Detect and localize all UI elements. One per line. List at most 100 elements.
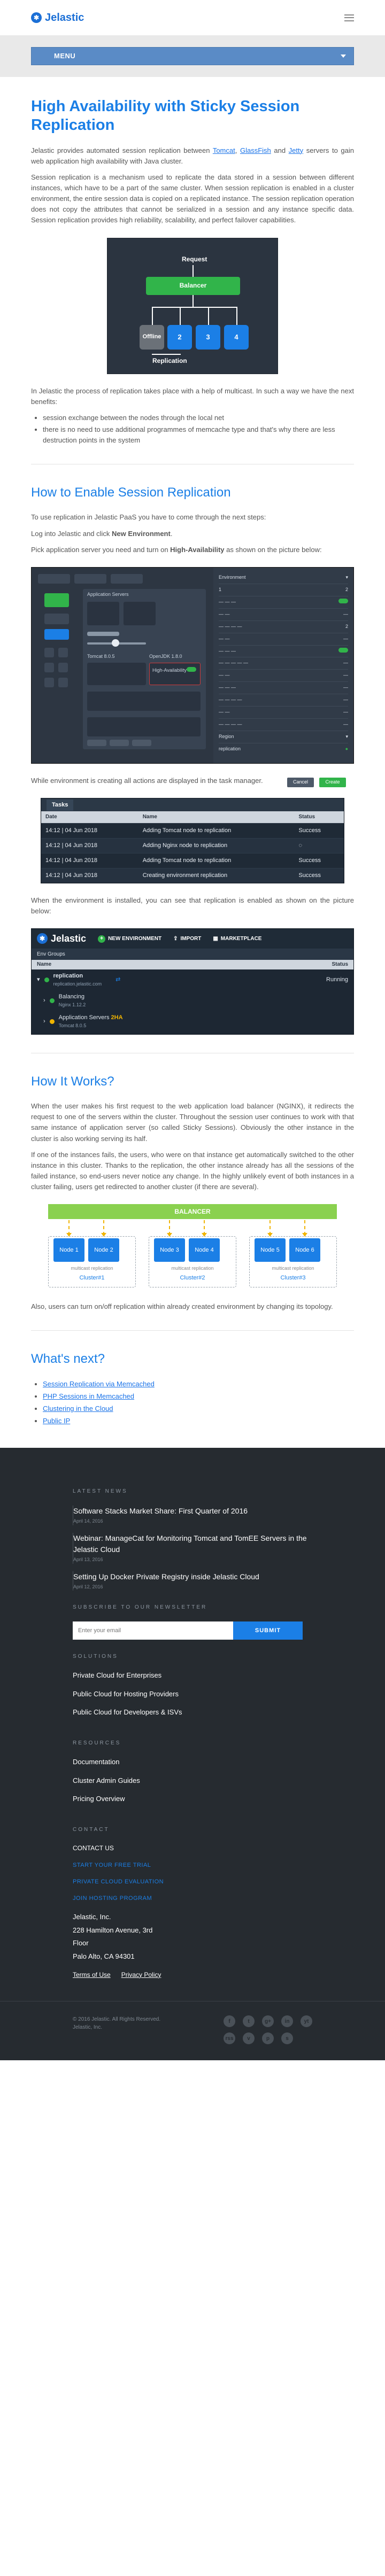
ha-badge: 2HA (111, 1014, 123, 1021)
node-4: Node 4 (189, 1238, 220, 1262)
wizard-openjdk: OpenJDK 1.8.0 (149, 653, 182, 659)
link-free-trial[interactable]: START YOUR FREE TRIAL (73, 1861, 312, 1870)
import-button[interactable]: ⇪ IMPORT (173, 935, 201, 943)
news-item[interactable]: Webinar: ManageCat for Monitoring Tomcat… (73, 1532, 312, 1564)
link-clustering[interactable]: Clustering in the Cloud (43, 1405, 113, 1413)
link-jetty[interactable]: Jetty (289, 146, 303, 154)
cell-date: 14:12 | 04 Jun 2018 (41, 852, 138, 868)
table-row: 14:12 | 04 Jun 2018 Creating environment … (41, 867, 344, 883)
rss-icon[interactable]: rss (224, 2032, 235, 2045)
menu-wrap: MENU (0, 35, 385, 77)
pinterest-icon[interactable]: p (262, 2032, 274, 2045)
newsletter-heading: SUBSCRIBE TO OUR NEWSLETTER (73, 1604, 207, 1611)
email-input[interactable] (73, 1621, 233, 1640)
menu-dropdown[interactable]: MENU (31, 47, 354, 65)
slideshare-icon[interactable]: s (281, 2032, 293, 2045)
env-node-row[interactable]: › Balancing Nginx 1.12.2 (32, 990, 353, 1011)
env-url[interactable]: replication.jelastic.com (53, 981, 102, 988)
link-documentation[interactable]: Documentation (73, 1757, 312, 1767)
link-php-sessions[interactable]: PHP Sessions in Memcached (43, 1392, 134, 1400)
dashboard-panel: ✱ Jelastic + NEW ENVIRONMENT ⇪ IMPORT ▦ MARK… (31, 928, 354, 1035)
dashboard-toolbar: ✱ Jelastic + NEW ENVIRONMENT ⇪ IMPORT ▦ MARK… (32, 929, 353, 949)
expand-icon[interactable]: › (43, 996, 45, 1005)
column-status[interactable]: Status (332, 960, 348, 969)
address-line: Palo Alto, CA 94301 (73, 1952, 135, 1961)
expand-icon[interactable]: › (43, 1017, 45, 1026)
facebook-icon[interactable]: f (224, 2015, 235, 2028)
link-hosting-providers[interactable]: Public Cloud for Hosting Providers (73, 1689, 312, 1700)
marketplace-button[interactable]: ▦ MARKETPLACE (213, 935, 261, 943)
logo[interactable]: ✱ Jelastic (31, 10, 84, 26)
tasks-table: Date Name Status 14:12 | 04 Jun 2018 Addi… (41, 811, 344, 883)
twitter-icon[interactable]: t (243, 2015, 255, 2028)
link-icon[interactable]: ⇄ (116, 975, 120, 984)
news-title[interactable]: Software Stacks Market Share: First Quar… (73, 1506, 312, 1517)
table-row: 14:12 | 04 Jun 2018 Adding Tomcat node to… (41, 823, 344, 839)
link-public-ip[interactable]: Public IP (43, 1417, 70, 1425)
contact-heading: CONTACT (73, 1826, 110, 1833)
list-item: Public IP (43, 1416, 354, 1426)
cancel-button[interactable]: Cancel (287, 777, 314, 787)
env-groups-bar[interactable]: Env Groups (32, 949, 353, 960)
benefits-list: session exchange between the nodes throu… (43, 413, 354, 446)
list-item: there is no need to use additional progr… (43, 424, 354, 446)
article: High Availability with Sticky Session Re… (0, 97, 385, 1426)
cluster-name: Cluster#1 (79, 1275, 105, 1282)
multicast-paragraph: In Jelastic the process of replication t… (31, 386, 354, 406)
logo-text: Jelastic (51, 933, 87, 944)
create-button[interactable]: Create (319, 777, 346, 787)
submit-button[interactable]: SUBMIT (233, 1621, 303, 1640)
news-item[interactable]: Setting Up Docker Private Registry insid… (73, 1571, 312, 1591)
link-hosting-program[interactable]: JOIN HOSTING PROGRAM (73, 1894, 312, 1903)
link-contact-us[interactable]: CONTACT US (73, 1843, 312, 1853)
news-title[interactable]: Setting Up Docker Private Registry insid… (73, 1571, 312, 1582)
cell-name: Adding Tomcat node to replication (138, 823, 295, 839)
link-private-eval[interactable]: PRIVATE CLOUD EVALUATION (73, 1877, 312, 1887)
link-pricing[interactable]: Pricing Overview (73, 1794, 312, 1804)
env-row[interactable]: ▾ replication replication.jelastic.com ⇄ … (32, 969, 353, 990)
column-name[interactable]: Name (37, 960, 51, 969)
hamburger-menu-icon[interactable] (344, 14, 354, 21)
link-developers-isvs[interactable]: Public Cloud for Developers & ISVs (73, 1707, 312, 1718)
link-glassfish[interactable]: GlassFish (240, 146, 271, 154)
topology-paragraph: Also, users can turn on/off replication … (31, 1302, 333, 1311)
news-item[interactable]: Software Stacks Market Share: First Quar… (73, 1505, 312, 1525)
news-title[interactable]: Webinar: ManageCat for Monitoring Tomcat… (73, 1533, 312, 1555)
balancer-box: Balancer (146, 276, 240, 295)
cell-status: Success (294, 852, 344, 868)
link-cluster-admin[interactable]: Cluster Admin Guides (73, 1775, 312, 1786)
node-3: Node 3 (154, 1238, 185, 1262)
how-paragraph-2: If one of the instances fails, the users… (31, 1150, 354, 1191)
wizard-right-pane: Environment ▾ 12 — — — — — — — — — —2 — — —… (213, 567, 353, 787)
news-date: April 14, 2016 (73, 1518, 103, 1524)
link-memcached-replication[interactable]: Session Replication via Memcached (43, 1380, 155, 1388)
high-availability-toggle[interactable] (187, 666, 196, 672)
text: Pick application server you need and tur… (31, 545, 171, 554)
replication-diagram-figure: Request Balancer Offline 2 3 4 Replicati… (31, 237, 354, 374)
link-terms[interactable]: Terms of Use (73, 1970, 111, 1980)
collapse-icon[interactable]: ▾ (37, 975, 40, 984)
top-header: ✱ Jelastic (0, 0, 385, 35)
column-header[interactable]: Name (138, 811, 295, 824)
youtube-icon[interactable]: yt (301, 2015, 312, 2028)
intro-paragraph: Jelastic provides automated session repl… (31, 146, 355, 165)
google-plus-icon[interactable]: g+ (262, 2015, 274, 2028)
env-node-row[interactable]: › Application Servers 2HA Tomcat 8.0.5 (32, 1011, 353, 1034)
installed-paragraph: When the environment is installed, you c… (31, 896, 354, 915)
env-name: replication (53, 973, 83, 979)
section-title-next: What's next? (31, 1352, 105, 1367)
column-header[interactable]: Date (41, 811, 138, 824)
text: as shown on the picture below: (224, 545, 322, 554)
new-environment-button[interactable]: + NEW ENVIRONMENT (98, 935, 161, 943)
linkedin-icon[interactable]: in (281, 2015, 293, 2028)
link-tomcat[interactable]: Tomcat (213, 146, 235, 154)
link-private-cloud[interactable]: Private Cloud for Enterprises (73, 1670, 312, 1681)
text: and (271, 146, 289, 154)
link-privacy[interactable]: Privacy Policy (121, 1970, 161, 1980)
vimeo-icon[interactable]: v (243, 2032, 255, 2045)
section-title-enable: How to Enable Session Replication (31, 485, 231, 500)
node-name: Application Servers (58, 1014, 110, 1021)
tasks-tab[interactable]: Tasks (47, 799, 74, 811)
copyright-line: Jelastic, Inc. (73, 2024, 103, 2031)
column-header[interactable]: Status (294, 811, 344, 824)
